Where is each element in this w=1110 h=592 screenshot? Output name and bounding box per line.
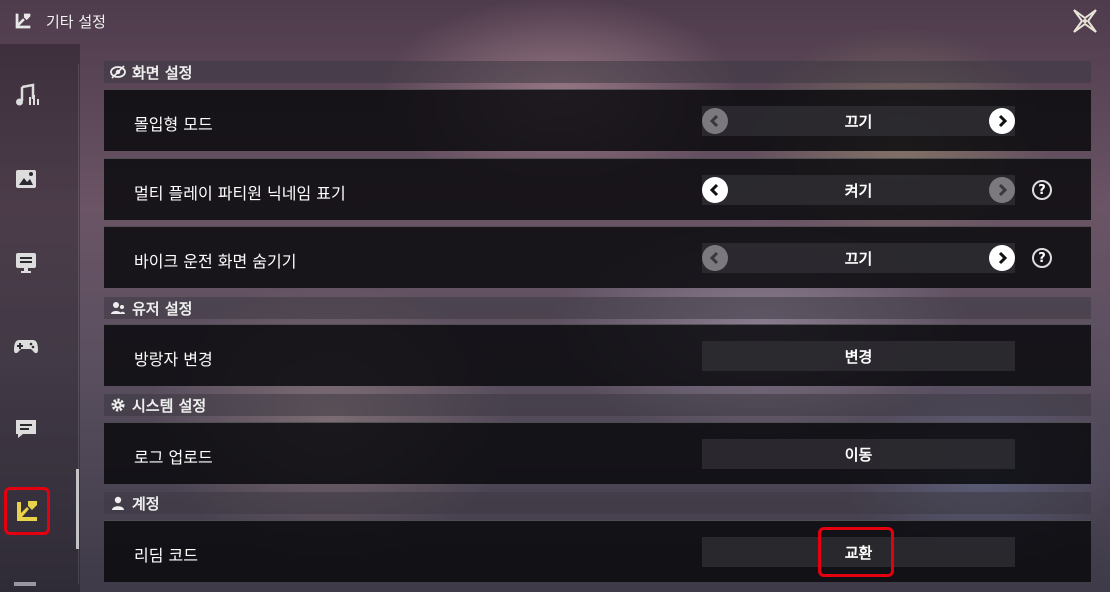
setting-label: 바이크 운전 화면 숨기기	[134, 252, 297, 271]
setting-label: 로그 업로드	[134, 448, 213, 467]
section-title: 화면 설정	[132, 63, 193, 82]
help-icon[interactable]: ?	[1032, 248, 1052, 268]
chevron-left-icon	[709, 183, 719, 197]
page-title: 기타 설정	[46, 13, 106, 31]
gear-icon	[111, 398, 125, 412]
option-value: 끄기	[702, 243, 1015, 273]
help-glyph: ?	[1038, 250, 1046, 266]
option-value: 끄기	[702, 106, 1015, 136]
gamepad-icon	[14, 340, 38, 354]
section-title: 시스템 설정	[132, 396, 207, 415]
button-label: 교환	[844, 543, 873, 562]
option-value-text: 끄기	[844, 112, 873, 131]
section-system-settings: 시스템 설정	[104, 394, 1091, 416]
option-value-text: 켜기	[844, 181, 873, 200]
sidebar-item-graphics[interactable]	[8, 161, 44, 197]
section-user-settings: 유저 설정	[104, 297, 1091, 319]
redeem-exchange-button[interactable]: 교환	[702, 537, 1015, 567]
monitor-icon	[16, 253, 36, 273]
setting-row-hide-bike-screen: 바이크 운전 화면 숨기기 끄기 ?	[104, 226, 1091, 288]
sidebar-item-chat[interactable]	[8, 411, 44, 447]
change-wanderer-button[interactable]: 변경	[702, 341, 1015, 371]
sidebar-item-more[interactable]	[14, 582, 36, 586]
next-option-button[interactable]	[989, 177, 1015, 203]
sidebar-item-controls[interactable]	[8, 328, 44, 364]
setting-label: 방랑자 변경	[134, 350, 213, 369]
setting-row-redeem-code: 리딤 코드 교환	[104, 520, 1091, 582]
log-upload-button[interactable]: 이동	[702, 439, 1015, 469]
setting-row-party-nickname: 멀티 플레이 파티원 닉네임 표기 켜기 ?	[104, 158, 1091, 220]
button-label: 이동	[844, 445, 873, 464]
music-note-icon	[16, 83, 39, 106]
image-icon	[16, 170, 36, 188]
setting-row-immersive-mode: 몰입형 모드 끄기	[104, 89, 1091, 151]
top-bar: 기타 설정	[0, 0, 1110, 44]
person-icon	[112, 496, 124, 510]
chevron-left-icon	[709, 251, 719, 265]
chat-icon	[16, 420, 36, 438]
section-title: 유저 설정	[132, 299, 193, 318]
option-value: 켜기	[702, 175, 1015, 205]
user-group-icon	[111, 302, 125, 314]
misc-settings-icon	[15, 13, 31, 29]
close-icon[interactable]	[1070, 6, 1100, 36]
help-glyph: ?	[1038, 182, 1046, 198]
setting-row-change-wanderer: 방랑자 변경 변경	[104, 324, 1091, 386]
misc-settings-icon	[17, 501, 37, 521]
prev-option-button[interactable]	[702, 177, 728, 203]
setting-label: 리딤 코드	[134, 546, 198, 565]
sidebar-active-indicator	[76, 469, 79, 549]
section-title: 계정	[132, 494, 160, 513]
eye-icon	[110, 65, 126, 79]
prev-option-button[interactable]	[702, 108, 728, 134]
chevron-right-icon	[998, 251, 1008, 265]
option-value-text: 끄기	[844, 249, 873, 268]
chevron-left-icon	[709, 114, 719, 128]
section-screen-settings: 화면 설정	[104, 61, 1091, 83]
setting-label: 멀티 플레이 파티원 닉네임 표기	[134, 184, 346, 203]
sidebar-item-audio[interactable]	[8, 78, 44, 114]
section-account: 계정	[104, 492, 1091, 514]
sidebar-item-display[interactable]	[8, 244, 44, 280]
next-option-button[interactable]	[989, 108, 1015, 134]
setting-row-log-upload: 로그 업로드 이동	[104, 422, 1091, 484]
prev-option-button[interactable]	[702, 245, 728, 271]
chevron-right-icon	[998, 183, 1008, 197]
help-icon[interactable]: ?	[1032, 180, 1052, 200]
next-option-button[interactable]	[989, 245, 1015, 271]
button-label: 변경	[844, 347, 873, 366]
chevron-right-icon	[998, 114, 1008, 128]
sidebar-item-misc[interactable]	[4, 487, 50, 535]
setting-label: 몰입형 모드	[134, 115, 213, 134]
